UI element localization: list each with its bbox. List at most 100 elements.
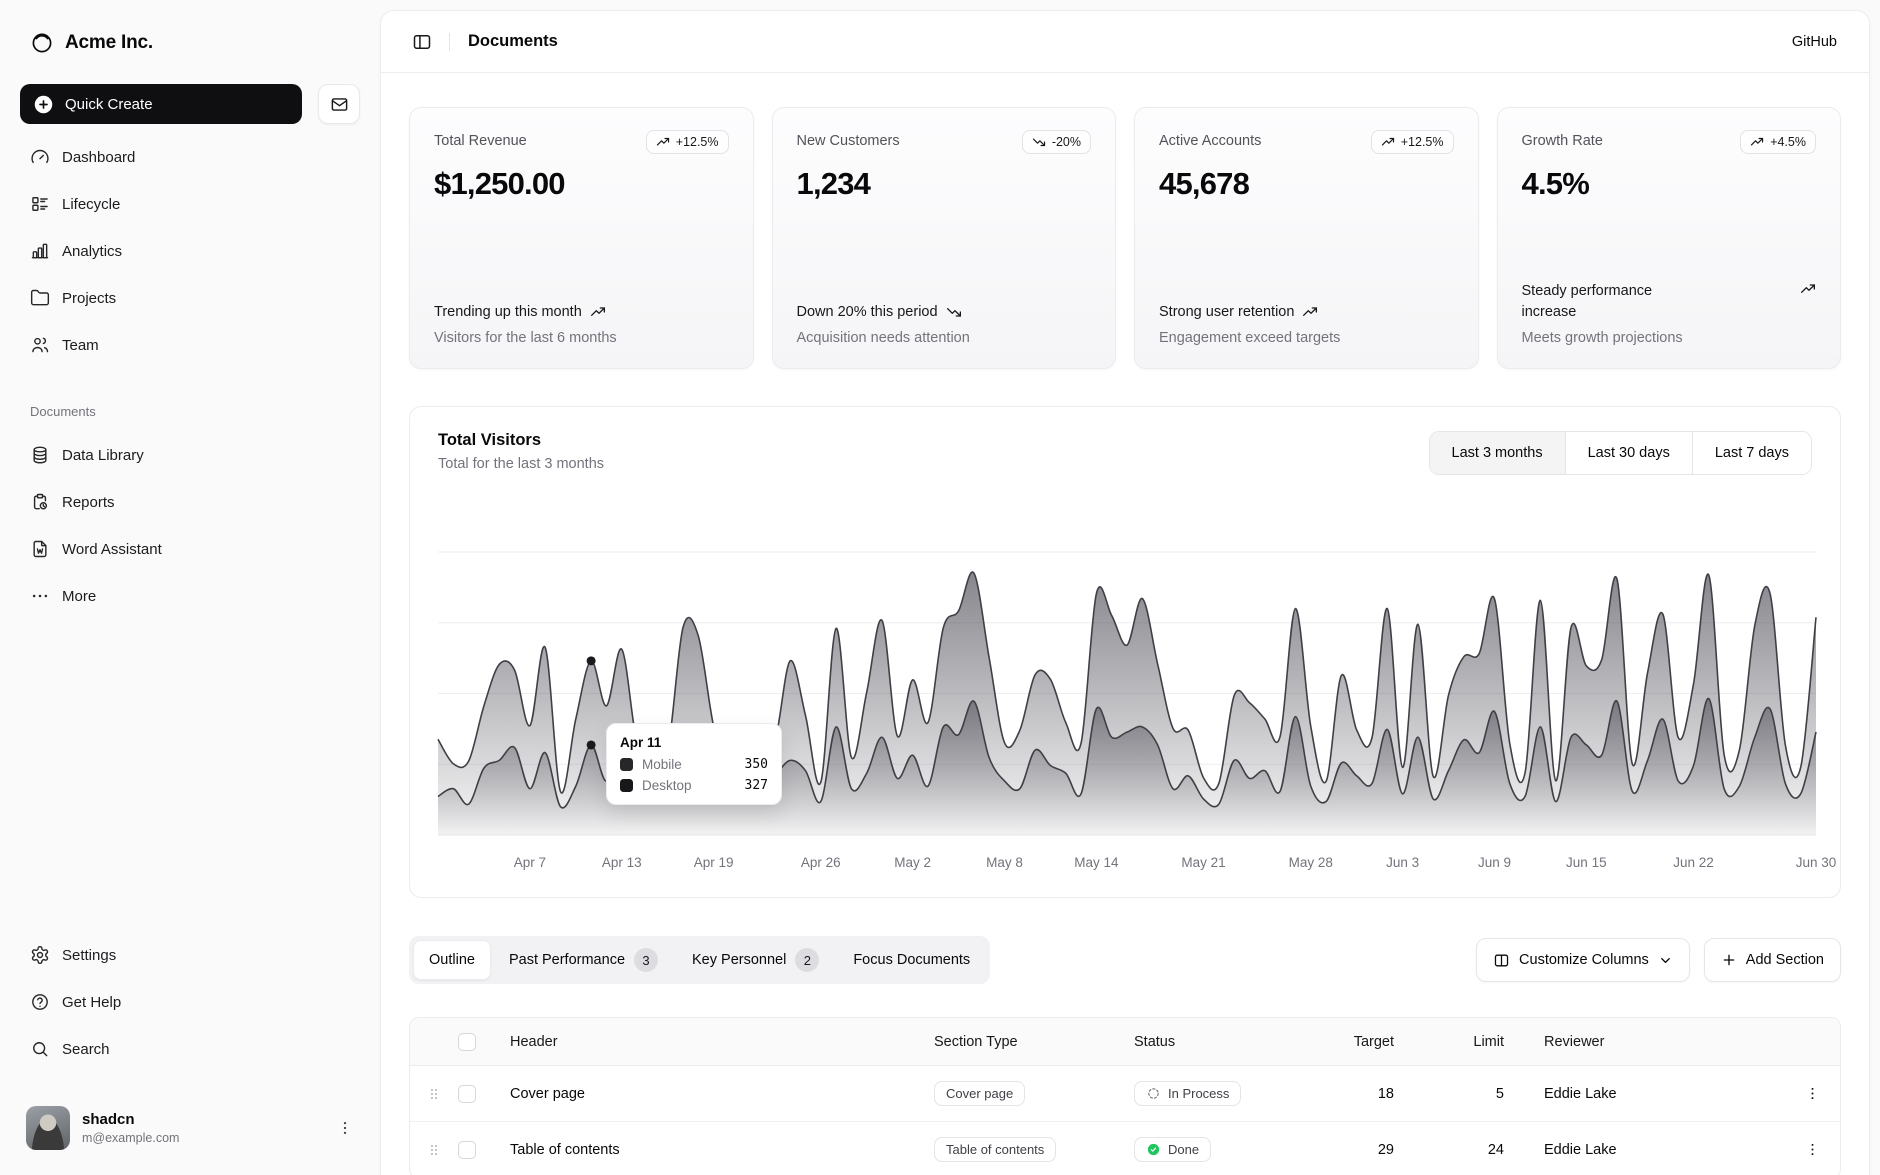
svg-text:May 2: May 2 (894, 855, 931, 870)
sidebar-item-label: Team (62, 337, 99, 354)
sidebar-toggle-button[interactable] (407, 27, 437, 57)
sidebar-item-lifecycle[interactable]: Lifecycle (16, 184, 364, 224)
tab-key-personnel[interactable]: Key Personnel 2 (676, 940, 835, 980)
tab-outline[interactable]: Outline (413, 940, 491, 980)
drag-handle[interactable] (410, 1142, 458, 1158)
row-actions-button[interactable] (1784, 1141, 1840, 1158)
sidebar-item-label: Settings (62, 947, 116, 964)
brand-button[interactable]: Acme Inc. (30, 24, 356, 62)
limit-value[interactable]: 24 (1434, 1142, 1544, 1158)
github-link[interactable]: GitHub (1792, 34, 1837, 50)
card-value: 4.5% (1522, 166, 1817, 202)
sidebar-item-reports[interactable]: Reports (16, 482, 364, 522)
sidebar-item-dashboard[interactable]: Dashboard (16, 137, 364, 177)
customize-columns-button[interactable]: Customize Columns (1476, 938, 1690, 982)
card-growth-rate: Growth Rate +4.5% 4.5% Steady performanc… (1497, 107, 1842, 369)
section-type-badge: Cover page (934, 1081, 1025, 1106)
sidebar-item-label: Reports (62, 494, 115, 511)
row-checkbox[interactable] (458, 1141, 476, 1159)
sidebar-item-data-library[interactable]: Data Library (16, 435, 364, 475)
tablist: Outline Past Performance 3 Key Personnel… (409, 936, 990, 984)
range-last-3-months[interactable]: Last 3 months (1430, 432, 1565, 474)
target-value[interactable]: 18 (1334, 1086, 1434, 1102)
card-title: Growth Rate (1522, 130, 1603, 149)
trending-up-icon (590, 304, 606, 320)
sidebar-item-label: Analytics (62, 243, 122, 260)
card-subtext: Acquisition needs attention (797, 330, 1092, 346)
target-value[interactable]: 29 (1334, 1142, 1434, 1158)
sidebar-item-team[interactable]: Team (16, 325, 364, 365)
ellipsis-icon (30, 586, 50, 606)
column-header: Section Type (934, 1034, 1134, 1050)
sidebar-item-word-assistant[interactable]: Word Assistant (16, 529, 364, 569)
visitors-chart-canvas[interactable]: Apr 7Apr 13Apr 19Apr 26May 2May 8May 14M… (438, 527, 1812, 879)
main-nav: Dashboard Lifecycle Analytics Projects T… (16, 137, 364, 365)
tab-past-performance[interactable]: Past Performance 3 (493, 940, 674, 980)
row-actions-button[interactable] (1784, 1085, 1840, 1102)
card-trend-text: Trending up this month (434, 302, 582, 322)
desktop-swatch (620, 779, 633, 792)
add-section-button[interactable]: Add Section (1704, 938, 1841, 982)
status-badge: Done (1134, 1137, 1211, 1162)
svg-text:May 14: May 14 (1074, 855, 1119, 870)
tab-focus-documents[interactable]: Focus Documents (837, 940, 986, 980)
card-value: $1,250.00 (434, 166, 729, 202)
card-active-accounts: Active Accounts +12.5% 45,678 Strong use… (1134, 107, 1479, 369)
limit-value[interactable]: 5 (1434, 1086, 1544, 1102)
sidebar-item-settings[interactable]: Settings (16, 935, 364, 975)
mail-icon (330, 95, 349, 114)
trending-up-icon (1302, 304, 1318, 320)
page-title: Documents (468, 32, 558, 51)
sections-table: Header Section Type Status Target Limit … (409, 1017, 1841, 1175)
sidebar-item-label: Get Help (62, 994, 121, 1011)
gauge-icon (30, 147, 50, 167)
trending-down-icon (946, 304, 962, 320)
card-title: Total Revenue (434, 130, 527, 149)
trend-badge: +12.5% (646, 130, 729, 154)
stat-cards: Total Revenue +12.5% $1,250.00 Trending … (409, 107, 1841, 369)
tab-count-badge: 3 (634, 948, 658, 972)
column-header: Reviewer (1544, 1034, 1784, 1050)
range-last-7-days[interactable]: Last 7 days (1692, 432, 1811, 474)
sidebar-item-analytics[interactable]: Analytics (16, 231, 364, 271)
sidebar-item-label: More (62, 588, 96, 605)
card-title: New Customers (797, 130, 900, 149)
sidebar-footer-nav: Settings Get Help Search (16, 935, 364, 1076)
plus-icon (1721, 952, 1737, 968)
tab-count-badge: 2 (795, 948, 819, 972)
chevron-down-icon (1658, 953, 1673, 968)
row-header-text[interactable]: Cover page (502, 1086, 934, 1102)
trending-up-icon (1750, 135, 1764, 149)
topbar: Documents GitHub (381, 11, 1869, 73)
tooltip-row: Desktop 327 (620, 778, 768, 793)
sidebar-item-projects[interactable]: Projects (16, 278, 364, 318)
sidebar-item-label: Projects (62, 290, 116, 307)
sidebar-item-label: Word Assistant (62, 541, 162, 558)
inbox-button[interactable] (318, 84, 360, 124)
row-header-text[interactable]: Table of contents (502, 1142, 934, 1158)
column-header: Target (1334, 1034, 1434, 1050)
drag-handle[interactable] (410, 1086, 458, 1102)
sidebar-item-search[interactable]: Search (16, 1029, 364, 1069)
reviewer-value[interactable]: Eddie Lake (1544, 1086, 1784, 1102)
card-value: 1,234 (797, 166, 1092, 202)
card-trend-text: Strong user retention (1159, 302, 1294, 322)
row-checkbox[interactable] (458, 1085, 476, 1103)
range-last-30-days[interactable]: Last 30 days (1565, 432, 1692, 474)
user-email: m@example.com (82, 1131, 179, 1145)
reviewer-value[interactable]: Eddie Lake (1544, 1142, 1784, 1158)
quick-create-button[interactable]: Quick Create (20, 84, 302, 124)
sidebar-item-more[interactable]: More (16, 576, 364, 616)
sidebar-item-label: Data Library (62, 447, 144, 464)
trend-badge: +4.5% (1740, 130, 1816, 154)
table-header-row: Header Section Type Status Target Limit … (410, 1018, 1840, 1066)
sidebar-item-label: Dashboard (62, 149, 135, 166)
documents-section-label: Documents (16, 401, 364, 421)
select-all-checkbox[interactable] (458, 1033, 476, 1051)
card-trend-text: Steady performance increase (1522, 281, 1702, 322)
trending-up-icon (1381, 135, 1395, 149)
card-trend-text: Down 20% this period (797, 302, 938, 322)
sidebar-item-get-help[interactable]: Get Help (16, 982, 364, 1022)
main-content: Documents GitHub Total Revenue +12.5% $1… (380, 10, 1870, 1175)
user-menu-button[interactable]: shadcn m@example.com (16, 1098, 364, 1158)
